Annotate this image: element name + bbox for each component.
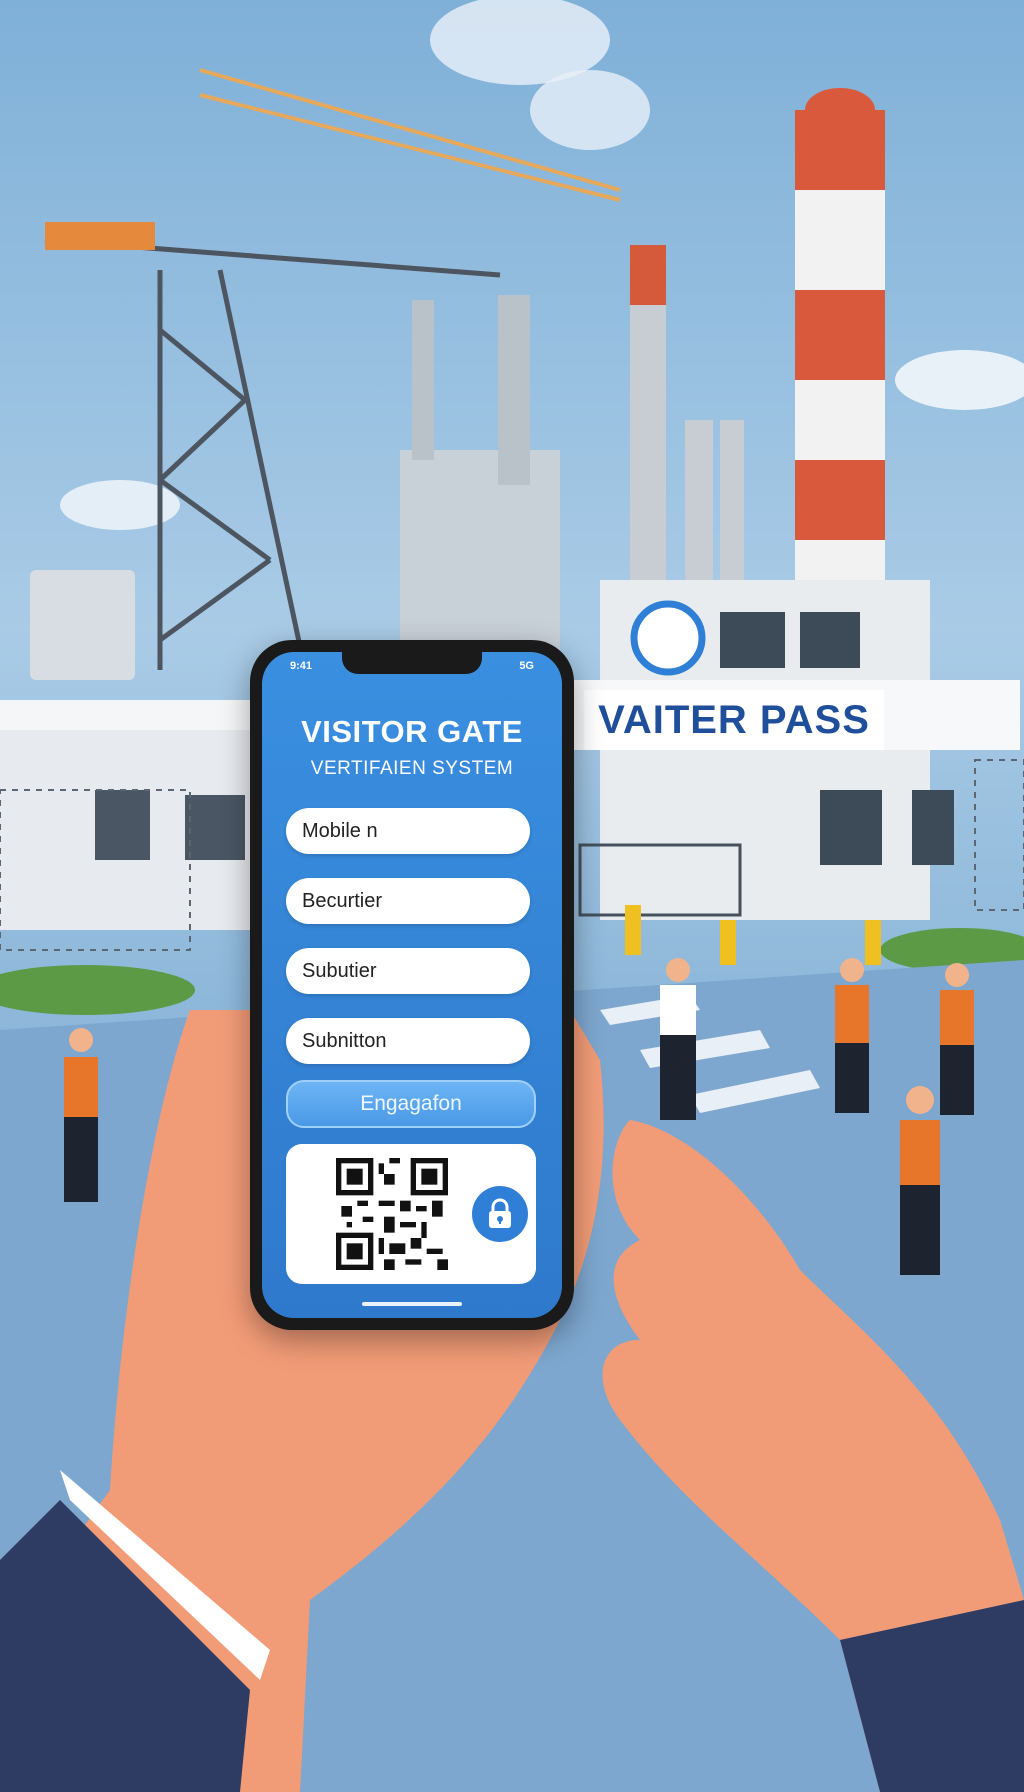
submission-field[interactable] [286,1018,530,1064]
phone-screen: 9:41 5G VISITOR GATE VERTIFAIEN SYSTEM E… [262,652,562,1318]
home-indicator[interactable] [362,1302,462,1306]
mobile-field[interactable] [286,808,530,854]
smartphone: 9:41 5G VISITOR GATE VERTIFAIEN SYSTEM E… [250,640,574,1330]
phone-notch [342,652,482,674]
lock-icon[interactable] [472,1186,528,1242]
worker-figure [660,958,696,1120]
gate-sign: VAITER PASS [584,690,884,750]
status-network: 5G [519,660,534,672]
app-subtitle: VERTIFAIEN SYSTEM [310,758,514,779]
qr-code-icon [336,1158,448,1270]
mobile-input[interactable] [300,818,530,844]
submitter-input[interactable] [300,958,530,984]
submission-input[interactable] [300,1028,530,1054]
security-input[interactable] [300,888,530,914]
security-field[interactable] [286,878,530,924]
submitter-field[interactable] [286,948,530,994]
engagement-button[interactable]: Engagafon [286,1080,536,1128]
status-time: 9:41 [290,660,313,672]
app-title: VISITOR GATE [301,714,523,749]
qr-card [286,1144,536,1284]
